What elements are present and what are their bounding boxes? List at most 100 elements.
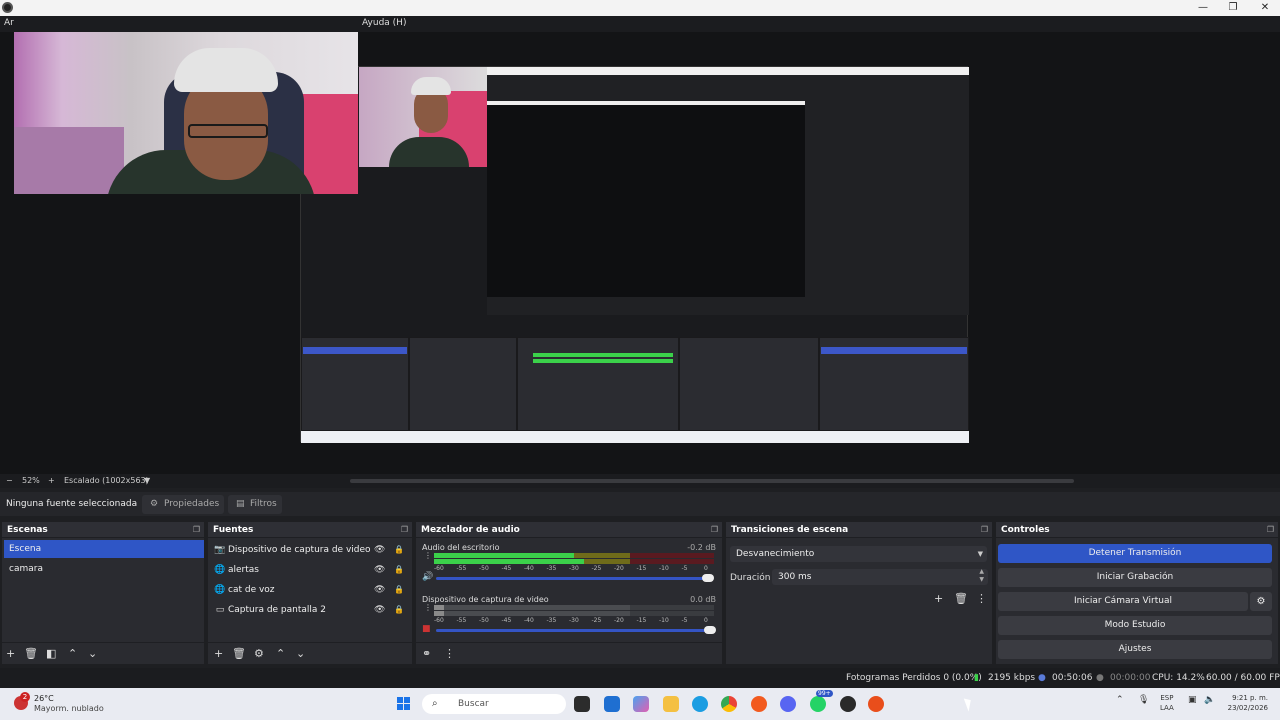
studio-mode-button[interactable]: Modo Estudio [998, 616, 1272, 635]
file-explorer-icon[interactable] [663, 696, 679, 712]
language-indicator[interactable]: ESP LAA [1160, 693, 1174, 713]
eye-icon[interactable]: 👁 [374, 561, 385, 579]
meter-tick-label: -30 [569, 565, 579, 572]
zoom-out-button[interactable]: − [6, 476, 13, 485]
start-virtual-camera-button[interactable]: Iniciar Cámara Virtual [998, 592, 1248, 611]
close-button[interactable]: ✕ [1250, 0, 1280, 16]
volume-slider[interactable] [436, 629, 706, 632]
trash-icon[interactable]: 🗑 [954, 592, 968, 605]
microphone-icon[interactable]: 🎙 [1138, 695, 1149, 705]
network-icon[interactable]: ▣ [1188, 695, 1197, 705]
chevron-up-icon[interactable]: ⌃ [1116, 695, 1124, 705]
chevron-down-icon[interactable]: ▼ [144, 476, 150, 485]
volume-knob[interactable] [702, 574, 714, 582]
brave-icon[interactable] [751, 696, 767, 712]
move-down-icon[interactable]: ⌄ [296, 647, 305, 660]
duration-label: Duración [730, 573, 771, 583]
eye-icon[interactable]: 👁 [374, 541, 385, 559]
eye-icon[interactable]: 👁 [374, 581, 385, 599]
cpu-usage: CPU: 14.2% [1152, 673, 1205, 683]
more-icon[interactable]: ⋮ [444, 647, 455, 660]
settings-button[interactable]: Ajustes [998, 640, 1272, 659]
move-up-icon[interactable]: ⌃ [68, 647, 77, 660]
trash-icon[interactable]: 🗑 [24, 647, 38, 660]
duration-field[interactable]: 300 ms ▲ ▼ [772, 568, 988, 585]
meter-tick-label: -20 [614, 565, 624, 572]
nested-webcam [359, 67, 489, 167]
system-clock[interactable]: 9:21 p. m. 23/02/2026 [1224, 693, 1268, 713]
screen-capture-source [300, 66, 969, 443]
popout-icon[interactable]: ❐ [193, 525, 200, 534]
spinner-icon[interactable]: ▲ ▼ [979, 568, 984, 584]
volume-knob[interactable] [704, 626, 716, 634]
source-item-cat-de-voz[interactable]: 🌐 cat de voz 👁 🔒 [210, 581, 416, 599]
obs-icon[interactable] [840, 696, 856, 712]
lock-icon[interactable]: 🔒 [394, 541, 404, 559]
zoom-in-button[interactable]: + [48, 476, 55, 485]
chrome-icon[interactable] [721, 696, 737, 712]
lock-icon[interactable]: 🔒 [394, 581, 404, 599]
scale-mode-dropdown[interactable]: Escalado (1002x563) [64, 476, 149, 485]
discord-icon[interactable] [780, 696, 796, 712]
meter-tick-label: 0 [704, 565, 708, 572]
source-item-video-capture[interactable]: 📷 Dispositivo de captura de video 👁 🔒 [210, 541, 416, 559]
lock-icon[interactable]: 🔒 [394, 601, 404, 619]
source-item-alertas[interactable]: 🌐 alertas 👁 🔒 [210, 561, 416, 579]
volume-slider[interactable] [436, 577, 706, 580]
link-icon[interactable]: ⚭ [422, 647, 431, 660]
preview-scrollbar[interactable] [350, 479, 1074, 483]
record-time: 00:00:00 [1110, 673, 1151, 683]
minimize-button[interactable]: — [1188, 0, 1218, 16]
scene-item-camara[interactable]: camara [4, 560, 204, 578]
browser-icon[interactable] [868, 696, 884, 712]
menu-item-help[interactable]: Ayuda (H) [362, 18, 406, 28]
more-icon[interactable]: ⋮ [976, 592, 987, 605]
meter-tick-label: -60 [434, 565, 444, 572]
volume-icon[interactable]: 🔈 [1204, 695, 1215, 705]
move-up-icon[interactable]: ⌃ [276, 647, 285, 660]
filter-icon[interactable]: ◧ [46, 647, 56, 660]
task-view-icon[interactable] [574, 696, 590, 712]
copilot-icon[interactable] [633, 696, 649, 712]
trash-icon[interactable]: 🗑 [232, 647, 246, 660]
popout-icon[interactable]: ❐ [711, 525, 718, 534]
muted-speaker-icon[interactable]: ■ [422, 624, 431, 634]
add-icon[interactable]: + [6, 647, 15, 660]
maximize-button[interactable]: ❐ [1218, 0, 1248, 16]
more-icon[interactable]: ⋮ [424, 552, 432, 560]
whatsapp-icon[interactable] [810, 696, 826, 712]
menu-item-partial[interactable]: Ar [4, 18, 14, 28]
move-down-icon[interactable]: ⌄ [88, 647, 97, 660]
temperature: 26°C [34, 694, 54, 703]
search-icon: ⌕ [432, 698, 438, 709]
filters-button[interactable]: ▤ Filtros [228, 495, 282, 514]
add-icon[interactable]: + [214, 647, 223, 660]
add-icon[interactable]: + [934, 592, 943, 605]
windows-start-icon[interactable] [397, 697, 411, 711]
globe-icon: 🌐 [214, 585, 226, 595]
weather-description: Mayorm. nublado [34, 704, 104, 713]
preview-canvas[interactable] [0, 32, 1280, 474]
edge-icon[interactable] [692, 696, 708, 712]
nested-obs-window [487, 67, 969, 315]
start-recording-button[interactable]: Iniciar Grabación [998, 568, 1272, 587]
transition-select[interactable]: Desvanecimiento ▼ [730, 546, 987, 562]
scene-item-escena[interactable]: Escena [4, 540, 204, 558]
popout-icon[interactable]: ❐ [401, 525, 408, 534]
properties-button[interactable]: ⚙ Propiedades [142, 495, 224, 514]
eye-icon[interactable]: 👁 [374, 601, 385, 619]
taskbar-search[interactable]: ⌕ Buscar [422, 694, 566, 714]
mixer-title: Mezclador de audio [421, 525, 520, 535]
speaker-icon[interactable]: 🔊 [422, 572, 433, 582]
virtual-camera-settings-button[interactable]: ⚙ [1250, 592, 1272, 611]
gear-icon[interactable]: ⚙ [254, 647, 264, 660]
source-item-screen-capture[interactable]: ▭ Captura de pantalla 2 👁 🔒 [210, 601, 416, 619]
stop-stream-button[interactable]: Detener Transmisión [998, 544, 1272, 563]
lock-icon[interactable]: 🔒 [394, 561, 404, 579]
more-icon[interactable]: ⋮ [424, 604, 432, 612]
level-meter [434, 553, 714, 558]
popout-icon[interactable]: ❐ [1267, 525, 1274, 534]
store-icon[interactable] [604, 696, 620, 712]
stream-icon: ● [1038, 673, 1046, 683]
popout-icon[interactable]: ❐ [981, 525, 988, 534]
